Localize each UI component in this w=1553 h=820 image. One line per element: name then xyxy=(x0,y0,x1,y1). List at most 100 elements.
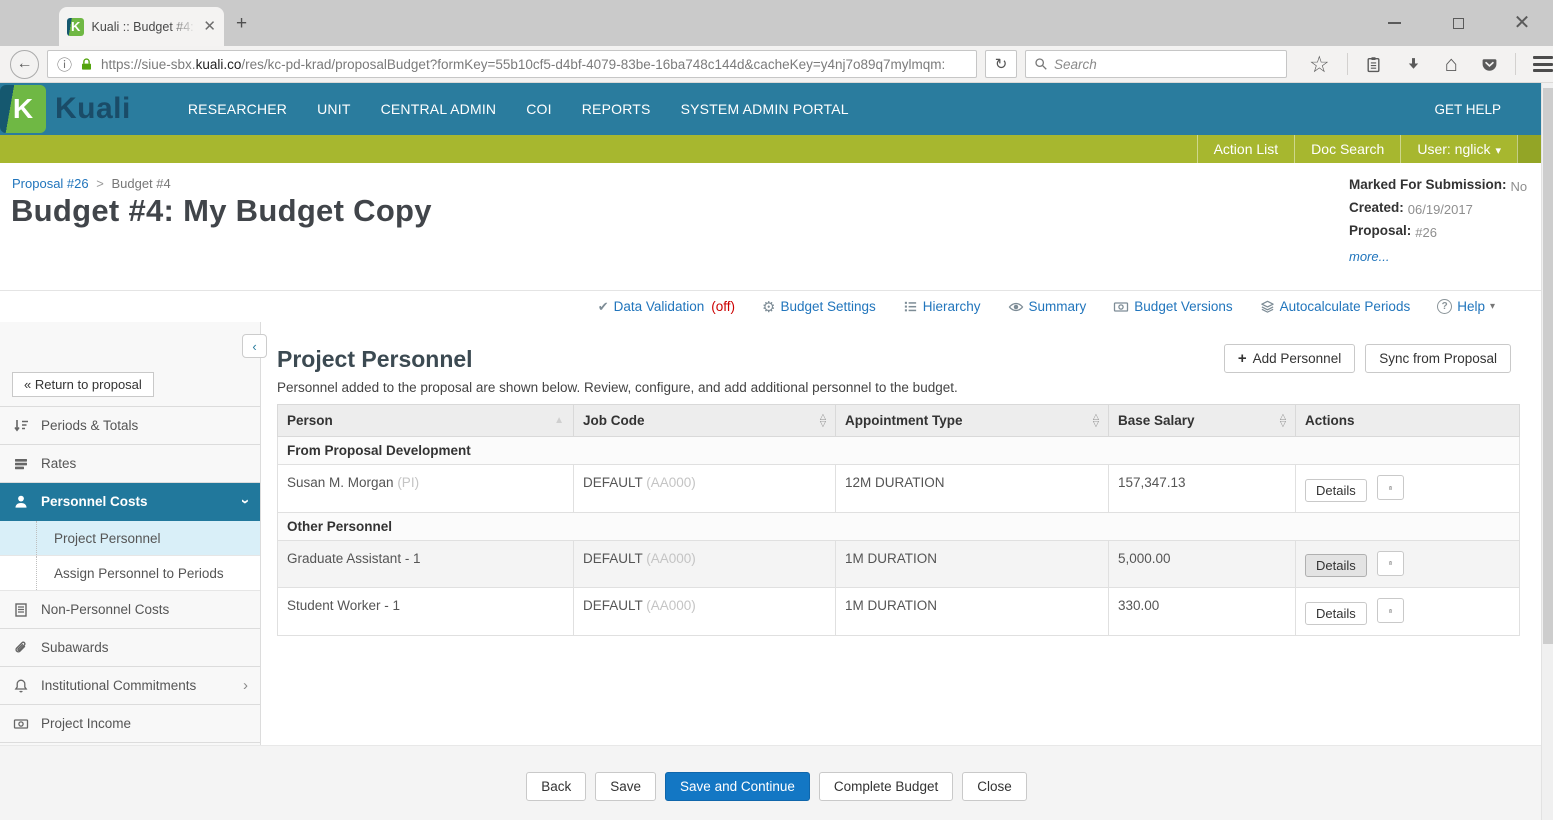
more-link[interactable]: more... xyxy=(1349,249,1389,264)
sidebar-item-periods-totals[interactable]: Periods & Totals xyxy=(0,407,260,445)
save-and-continue-button[interactable]: Save and Continue xyxy=(665,772,810,801)
browser-tab[interactable]: K Kuali :: Budget #4: My Budge ✕ xyxy=(59,7,224,46)
eye-icon xyxy=(1008,299,1024,315)
paperclip-icon xyxy=(12,640,30,656)
sidebar-subitem-assign-personnel-to-periods[interactable]: Assign Personnel to Periods xyxy=(0,556,260,591)
sidebar-subitem-project-personnel[interactable]: Project Personnel xyxy=(0,521,260,556)
sidebar-item-label: Rates xyxy=(41,456,77,471)
delete-row-button[interactable] xyxy=(1376,598,1404,623)
meta-label: Marked For Submission: xyxy=(1349,177,1507,192)
tab-close-icon[interactable]: ✕ xyxy=(203,19,216,34)
sidebar-item-subawards[interactable]: Subawards xyxy=(0,629,260,667)
sort-toggle-icon[interactable]: △ ▽ xyxy=(820,413,826,427)
column-header-job-code[interactable]: Job Code △ ▽ xyxy=(573,404,836,437)
details-button[interactable]: Details xyxy=(1305,478,1367,502)
menu-hamburger-icon[interactable] xyxy=(1532,56,1553,72)
maximize-button[interactable] xyxy=(1441,8,1475,38)
column-label: Person xyxy=(287,413,333,428)
money-icon xyxy=(1113,299,1129,315)
meta-row-created: Created: 06/19/2017 xyxy=(1349,196,1529,219)
add-personnel-button[interactable]: + Add Personnel xyxy=(1223,344,1356,373)
nav-item-researcher[interactable]: RESEARCHER xyxy=(173,83,302,135)
scrollbar-thumb[interactable] xyxy=(1543,88,1553,644)
util-action-list[interactable]: Action List xyxy=(1196,135,1295,163)
plus-icon: + xyxy=(1237,350,1247,367)
reload-icon[interactable]: ↻ xyxy=(985,50,1017,78)
cell-job-code: DEFAULT (AA000) xyxy=(573,464,836,513)
sidebar-item-non-personnel-costs[interactable]: Non-Personnel Costs xyxy=(0,591,260,629)
close-window-button[interactable]: ✕ xyxy=(1505,8,1539,38)
return-to-proposal-button[interactable]: « Return to proposal xyxy=(12,372,154,397)
sidebar-item-personnel-costs[interactable]: Personnel Costs › xyxy=(0,483,260,521)
browser-search-input[interactable] xyxy=(1054,56,1278,72)
pocket-icon[interactable] xyxy=(1481,56,1498,73)
toolbar-summary[interactable]: Summary xyxy=(1008,299,1086,315)
downloads-icon[interactable] xyxy=(1405,56,1422,73)
home-icon[interactable]: ⌂ xyxy=(1445,53,1458,75)
close-button[interactable]: Close xyxy=(962,772,1027,801)
bookmarks-clipboard-icon[interactable] xyxy=(1365,56,1382,73)
nav-item-central-admin[interactable]: CENTRAL ADMIN xyxy=(366,83,512,135)
page-info-icon[interactable]: ⓘ xyxy=(57,54,72,75)
sidebar-item-project-income[interactable]: Project Income xyxy=(0,705,260,743)
back-navigation-button[interactable]: ← xyxy=(10,49,39,79)
cell-appointment-type: 12M DURATION xyxy=(835,464,1109,513)
details-button[interactable]: Details xyxy=(1305,601,1367,625)
breadcrumb: Proposal #26 > Budget #4 xyxy=(12,176,171,191)
details-button[interactable]: Details xyxy=(1305,554,1367,577)
address-bar[interactable]: ⓘ https://siue-sbx.kuali.co/res/kc-pd-kr… xyxy=(47,50,977,78)
delete-row-button[interactable] xyxy=(1376,475,1404,500)
get-help-link[interactable]: GET HELP xyxy=(1434,102,1501,117)
toolbar-autocalculate-periods[interactable]: Autocalculate Periods xyxy=(1260,299,1410,314)
column-header-person[interactable]: Person ▲ xyxy=(277,404,574,437)
toolbar-divider xyxy=(1514,53,1516,75)
cell-base-salary: 157,347.13 xyxy=(1108,464,1296,513)
complete-budget-button[interactable]: Complete Budget xyxy=(818,772,954,801)
delete-row-button[interactable] xyxy=(1376,550,1404,576)
column-header-appointment-type[interactable]: Appointment Type △ ▽ xyxy=(835,404,1109,437)
tab-title: Kuali :: Budget #4: My Budge xyxy=(91,19,196,34)
sort-toggle-icon[interactable]: △ ▽ xyxy=(1093,413,1099,427)
person-icon xyxy=(12,494,30,510)
sort-toggle-icon[interactable]: △ ▽ xyxy=(1280,413,1286,427)
breadcrumb-proposal-link[interactable]: Proposal #26 xyxy=(12,176,89,191)
toolbar-hierarchy[interactable]: Hierarchy xyxy=(903,299,981,314)
toolbar-budget-settings[interactable]: ⚙ Budget Settings xyxy=(762,298,876,316)
kuali-logo-icon: K xyxy=(0,85,46,133)
sort-asc-icon[interactable]: ▲ xyxy=(554,415,564,426)
secure-lock-icon xyxy=(82,57,92,70)
sidebar-collapse-button[interactable]: ‹ xyxy=(242,334,267,358)
chevron-right-icon: › xyxy=(243,677,248,694)
toolbar-data-validation[interactable]: ✔ Data Validation (off) xyxy=(598,299,735,315)
minimize-button[interactable] xyxy=(1377,8,1411,38)
sync-from-proposal-button[interactable]: Sync from Proposal xyxy=(1365,344,1511,373)
budget-sidebar: ‹ « Return to proposal Periods & Totals R… xyxy=(0,322,267,745)
sidebar-item-label: Subawards xyxy=(41,640,109,655)
search-icon xyxy=(1035,58,1047,70)
browser-action-icons: ☆ ⌂ xyxy=(1309,52,1553,76)
meta-value: 06/19/2017 xyxy=(1407,202,1473,217)
sidebar-item-institutional-commitments[interactable]: Institutional Commitments › xyxy=(0,667,260,705)
nav-item-unit[interactable]: UNIT xyxy=(302,83,365,135)
kuali-brand[interactable]: K Kuali xyxy=(0,83,131,135)
page-scrollbar[interactable] xyxy=(1541,83,1553,820)
window-titlebar: K Kuali :: Budget #4: My Budge ✕ + ✕ xyxy=(0,0,1553,46)
toolbar-budget-versions[interactable]: Budget Versions xyxy=(1113,299,1233,315)
toolbar-help[interactable]: ? Help ▾ xyxy=(1437,299,1495,314)
nav-item-system-admin-portal[interactable]: SYSTEM ADMIN PORTAL xyxy=(666,83,864,135)
new-tab-button[interactable]: + xyxy=(236,14,247,33)
table-group-row: Other Personnel xyxy=(277,511,1520,541)
kuali-top-nav: K Kuali RESEARCHER UNIT CENTRAL ADMIN COI RE… xyxy=(0,83,1553,135)
nav-item-coi[interactable]: COI xyxy=(511,83,567,135)
browser-search-bar[interactable] xyxy=(1025,50,1287,78)
sidebar-item-rates[interactable]: Rates xyxy=(0,445,260,483)
save-button[interactable]: Save xyxy=(595,772,657,801)
bookmark-star-icon[interactable]: ☆ xyxy=(1309,52,1330,76)
section-description: Personnel added to the proposal are show… xyxy=(277,380,958,395)
column-header-base-salary[interactable]: Base Salary △ ▽ xyxy=(1108,404,1296,437)
column-label: Base Salary xyxy=(1118,413,1195,428)
back-button[interactable]: Back xyxy=(526,772,587,801)
util-doc-search[interactable]: Doc Search xyxy=(1294,135,1400,163)
nav-item-reports[interactable]: REPORTS xyxy=(567,83,666,135)
util-user-nglick[interactable]: User: nglick ▾ xyxy=(1400,135,1517,163)
